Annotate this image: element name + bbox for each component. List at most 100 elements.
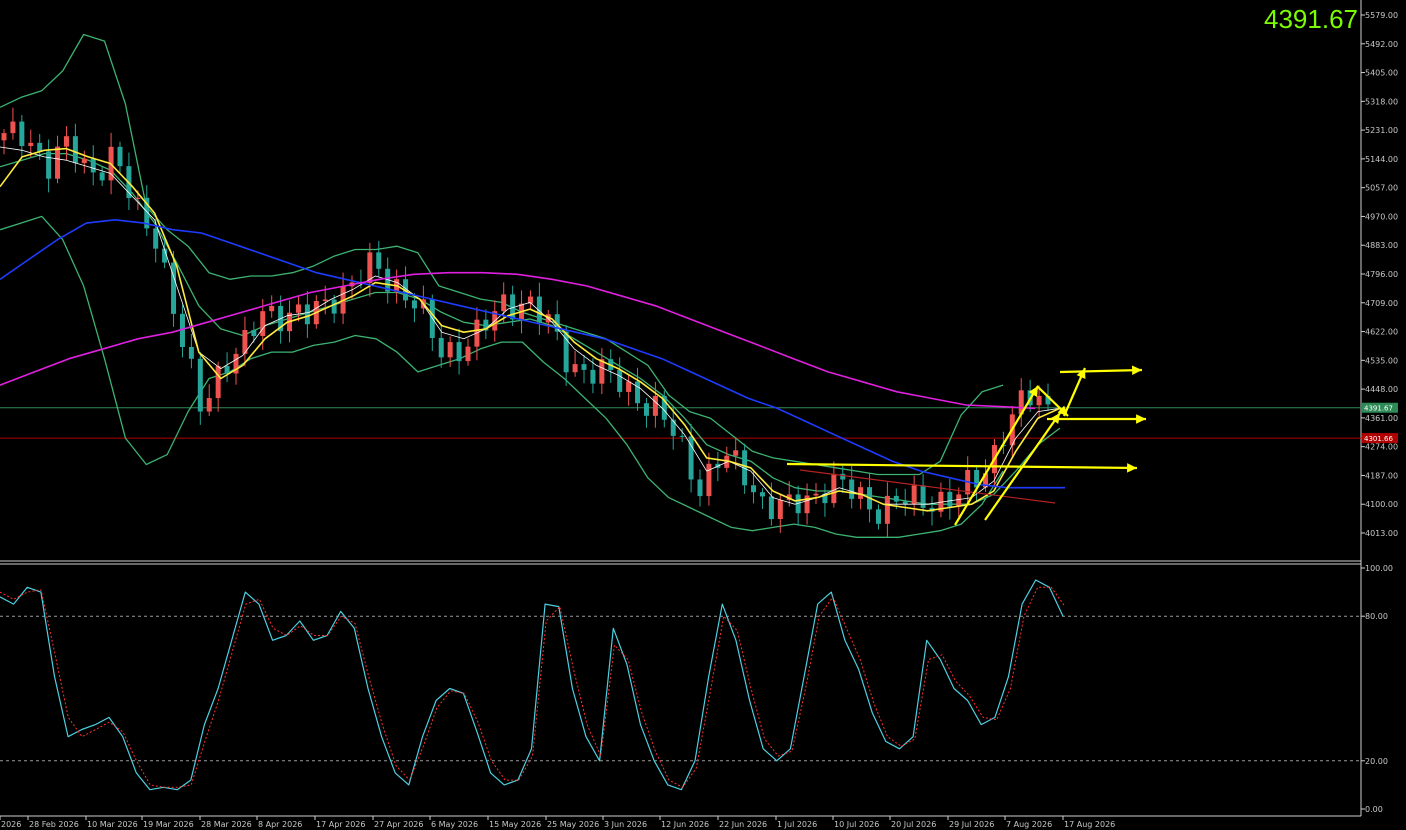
candle-body xyxy=(679,435,685,437)
candle-body xyxy=(858,487,864,499)
candle-body xyxy=(206,398,212,412)
candle-body xyxy=(652,395,658,416)
candle-body xyxy=(465,346,471,362)
time-tick-label: 7 Aug 2026 xyxy=(1006,820,1052,829)
price-tick-label: 5492.00 xyxy=(1365,40,1398,49)
candle-body xyxy=(590,369,596,384)
candle-body xyxy=(19,121,25,147)
candle-body xyxy=(501,294,507,312)
candle-body xyxy=(117,146,123,167)
candle-body xyxy=(572,364,578,373)
candle-body xyxy=(215,366,221,399)
trading-chart[interactable]: 5579.00 5492.00 5405.00 5318.00 5231.00 5144.… xyxy=(0,0,1406,830)
price-tick-label: 4187.00 xyxy=(1365,471,1398,480)
candle-body xyxy=(10,121,16,134)
candle-body xyxy=(617,369,623,392)
price-tick-label: 5405.00 xyxy=(1365,69,1398,78)
price-tick-label: 4709.00 xyxy=(1365,299,1398,308)
candle-body xyxy=(135,197,141,199)
candle-body xyxy=(99,172,105,181)
candle-body xyxy=(956,494,962,507)
time-tick-label: 28 Mar 2026 xyxy=(201,820,252,829)
candle-body xyxy=(751,485,757,493)
candle-body xyxy=(447,342,453,358)
candle-body xyxy=(911,485,917,504)
candle-body xyxy=(813,493,819,496)
time-tick-label: 6 May 2026 xyxy=(431,820,478,829)
candle-body xyxy=(635,381,641,404)
candle-body xyxy=(456,342,462,362)
stoch-tick-label: 80.00 xyxy=(1365,612,1388,621)
candle-body xyxy=(63,136,69,147)
candle-body xyxy=(1,133,7,141)
candle-body xyxy=(55,146,61,179)
candle-body xyxy=(831,473,837,504)
current-price-badge: 4391.67 xyxy=(1364,405,1393,413)
red-level-badge: 4301.66 xyxy=(1364,435,1393,443)
candle-body xyxy=(626,381,632,392)
candle-body xyxy=(153,228,159,249)
candle-body xyxy=(197,358,203,412)
candle-body xyxy=(90,158,96,173)
candle-body xyxy=(251,330,257,337)
time-tick-label: 1 Jul 2026 xyxy=(777,820,817,829)
candle-body xyxy=(260,311,266,337)
price-tick-label: 5231.00 xyxy=(1365,126,1398,135)
candle-body xyxy=(46,151,52,179)
candle-body xyxy=(706,463,712,497)
stochastic-panel[interactable] xyxy=(0,565,1361,816)
candle-body xyxy=(697,479,703,497)
candle-body xyxy=(563,331,569,373)
time-tick-label: 10 Mar 2026 xyxy=(87,820,138,829)
candle-body xyxy=(28,142,34,147)
price-tick-label: 4622.00 xyxy=(1365,328,1398,337)
time-tick-label: 29 Jul 2026 xyxy=(949,820,994,829)
price-tick-label: 4013.00 xyxy=(1365,529,1398,538)
price-tick-label: 4274.00 xyxy=(1365,443,1398,452)
price-tick-label: 5144.00 xyxy=(1365,155,1398,164)
price-tick-label: 4883.00 xyxy=(1365,241,1398,250)
price-tick-label: 4796.00 xyxy=(1365,270,1398,279)
candle-body xyxy=(759,492,765,497)
time-tick-label: 20 Jul 2026 xyxy=(891,820,936,829)
time-tick-label: 22 Jun 2026 xyxy=(719,820,767,829)
candle-body xyxy=(438,337,444,358)
stoch-tick-label: 20.00 xyxy=(1365,757,1388,766)
time-tick-label: 27 Apr 2026 xyxy=(374,820,423,829)
candle-body xyxy=(902,501,908,504)
time-tick-label: 28 Feb 2026 xyxy=(29,820,79,829)
candle-body xyxy=(411,300,417,309)
price-tick-label: 4448.00 xyxy=(1365,385,1398,394)
candle-body xyxy=(768,496,774,520)
price-tick-label: 4535.00 xyxy=(1365,356,1398,365)
time-tick-label: 19 Mar 2026 xyxy=(143,820,194,829)
time-tick-label: 15 May 2026 xyxy=(489,820,541,829)
price-tick-label: 4361.00 xyxy=(1365,414,1398,423)
candle-body xyxy=(188,347,194,359)
time-tick-label: 17 Apr 2026 xyxy=(316,820,365,829)
stoch-tick-label: 0.00 xyxy=(1365,805,1383,814)
price-tick-label: 5318.00 xyxy=(1365,97,1398,106)
candle-body xyxy=(331,299,337,314)
candle-body xyxy=(72,136,78,164)
stoch-tick-label: 100.00 xyxy=(1365,564,1393,573)
candle-body xyxy=(875,509,881,524)
current-price-display: 4391.67 xyxy=(1264,4,1358,34)
candle-body xyxy=(884,495,890,524)
price-tick-label: 5579.00 xyxy=(1365,11,1398,20)
candle-body xyxy=(269,305,275,312)
time-tick-label: 12 Jun 2026 xyxy=(661,820,709,829)
candle-body xyxy=(81,158,87,164)
time-tick-label: 3 Jun 2026 xyxy=(604,820,647,829)
candle-body xyxy=(777,499,783,520)
candle-body xyxy=(947,491,953,507)
price-tick-label: 4970.00 xyxy=(1365,212,1398,221)
time-tick-label: 25 May 2026 xyxy=(547,820,599,829)
candle-body xyxy=(1036,395,1042,406)
price-panel[interactable] xyxy=(0,0,1361,560)
time-tick-label: 10 Jul 2026 xyxy=(834,820,879,829)
price-tick-label: 5057.00 xyxy=(1365,184,1398,193)
candle-body xyxy=(224,366,230,374)
candle-body xyxy=(849,479,855,499)
price-tick-label: 4100.00 xyxy=(1365,500,1398,509)
